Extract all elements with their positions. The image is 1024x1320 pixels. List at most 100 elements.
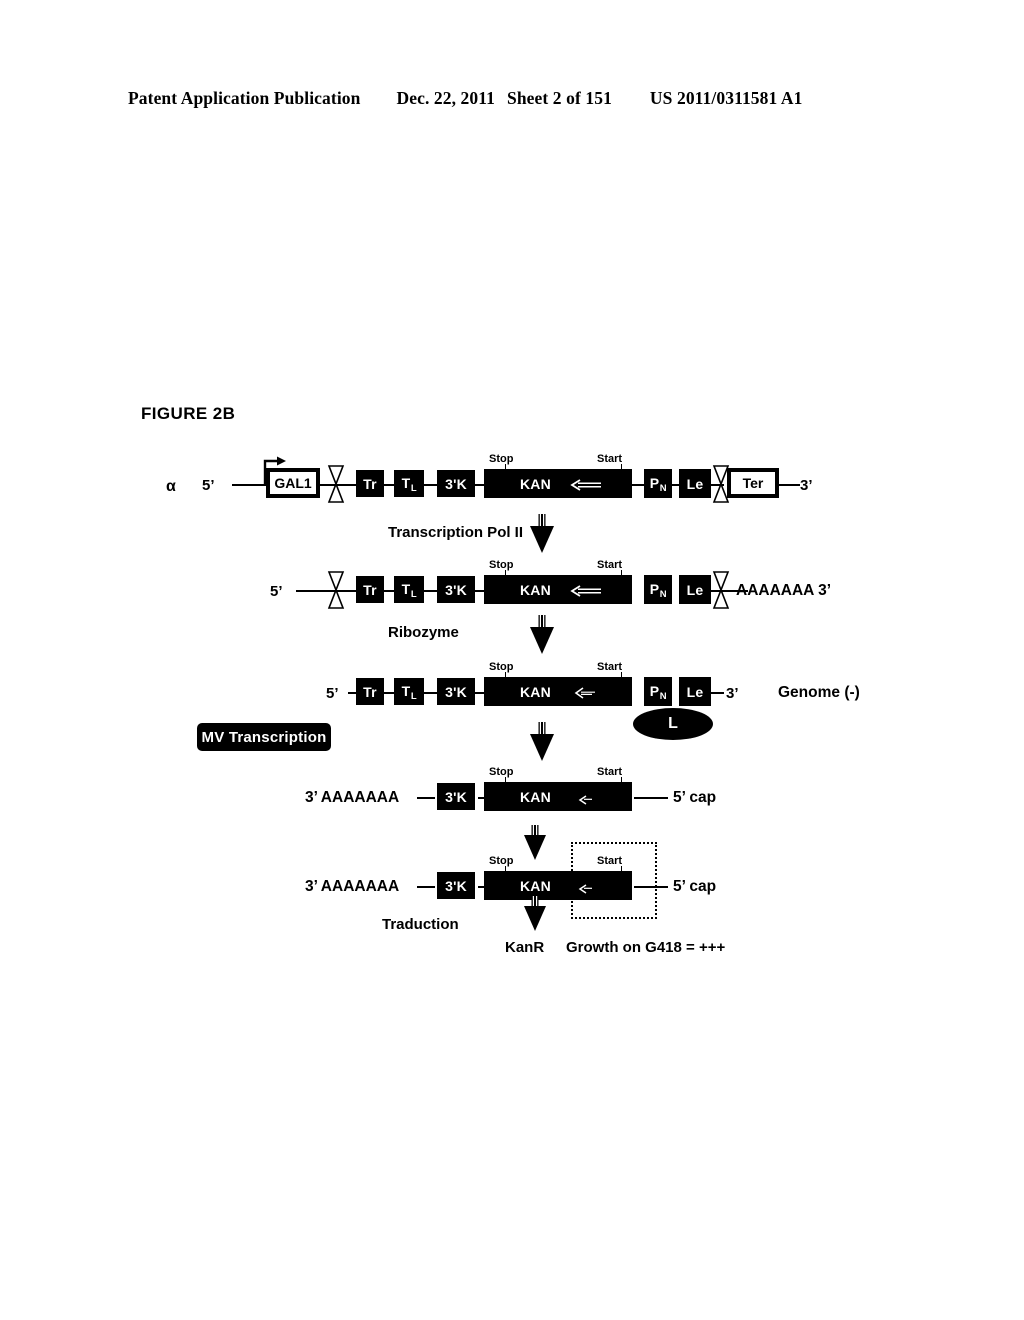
alpha-label: α (166, 478, 176, 495)
row4-three-prime-k-box: 3'K (437, 783, 475, 810)
step-arrow-2-icon (528, 615, 556, 660)
row4-five-cap-label: 5’ cap (673, 789, 717, 806)
row5-three-prime-k-label: 3'K (445, 877, 467, 894)
row2-kan-label: KAN (520, 581, 551, 598)
row2-start-caption: Start (597, 559, 623, 571)
row4-start-caption: Start (597, 766, 623, 778)
row1-five-prime-label: 5’ (202, 477, 215, 494)
gal1-box: GAL1 (266, 468, 320, 498)
row4-kan-label: KAN (520, 788, 551, 805)
tl-label: TL (401, 475, 417, 495)
row3-tr-box: Tr (356, 678, 384, 705)
row2-three-prime-k-label: 3'K (445, 581, 467, 598)
row3-le-label: Le (686, 683, 704, 700)
row5-three-prime-k-box: 3'K (437, 872, 475, 899)
step-traduction-label: Traduction (382, 916, 459, 933)
mv-transcription-label: MV Transcription (201, 728, 327, 746)
row4-backbone-a (417, 797, 435, 799)
row3-tl-label: TL (401, 683, 417, 703)
step-arrow-4-icon (521, 825, 549, 866)
start-region-highlight-box (571, 842, 657, 919)
row2-tl-box: TL (394, 576, 424, 603)
row1-stop-caption: Stop (489, 453, 514, 465)
figure-2b-diagram: α 5’ GAL1 Tr TL 3'K KAN Stop Start PN Le… (0, 0, 1024, 1320)
row4-backbone-c (634, 797, 668, 799)
row4-kan-box: KAN (484, 782, 632, 811)
step-arrow-5-icon (521, 896, 549, 937)
row4-orf-direction-arrow-icon (578, 792, 598, 810)
pn-label: PN (649, 475, 667, 495)
le-label: Le (686, 475, 704, 492)
row2-le-box: Le (679, 575, 711, 604)
row3-stop-tick (505, 672, 507, 678)
mv-transcription-pill: MV Transcription (197, 723, 331, 751)
row5-five-cap-label: 5’ cap (673, 878, 717, 895)
row3-five-prime-label: 5’ (326, 685, 339, 702)
row4-start-tick (621, 777, 623, 783)
row5-stop-tick (505, 866, 507, 872)
ter-box: Ter (727, 468, 779, 498)
row3-start-tick (621, 672, 623, 678)
tr-label: Tr (363, 475, 377, 492)
step-transcription-pol2-label: Transcription Pol II (388, 524, 524, 541)
row2-polyA-label: AAAAAAA 3’ (736, 582, 832, 599)
row2-start-tick (621, 570, 623, 576)
kan-box: KAN (484, 469, 632, 498)
row2-stop-tick (505, 570, 507, 576)
row-mrna-transcript: 3’ AAAAAAA 3'K KAN Stop Start 5’ cap (0, 767, 1024, 821)
row2-five-prime-label: 5’ (270, 583, 283, 600)
step-arrow-3-icon (528, 722, 556, 767)
row2-three-prime-k-box: 3'K (437, 576, 475, 603)
row2-ribozyme-bowtie-icon (325, 571, 347, 614)
row3-stop-caption: Stop (489, 661, 514, 673)
row2-kan-box: KAN (484, 575, 632, 604)
tr-box: Tr (356, 470, 384, 497)
row5-polyA-label: 3’ AAAAAAA (305, 878, 400, 895)
row2-orf-direction-arrow-icon (570, 584, 604, 602)
row3-orf-direction-arrow-icon (574, 686, 602, 704)
row5-backbone-a (417, 886, 435, 888)
gal1-label: GAL1 (269, 471, 317, 495)
l-polymerase-label: L (668, 715, 678, 732)
row1-start-caption: Start (597, 453, 623, 465)
row1-three-prime-label: 3’ (800, 477, 813, 494)
l-polymerase-ellipse: L (633, 708, 713, 740)
tl-box: TL (394, 470, 424, 497)
genome-minus-annotation: Genome (-) (778, 684, 860, 701)
growth-g418-label: Growth on G418 = +++ (566, 939, 726, 956)
three-prime-k-label: 3'K (445, 475, 467, 492)
le-box: Le (679, 469, 711, 498)
step-ribozyme-label: Ribozyme (388, 624, 459, 641)
row3-le-box: Le (679, 677, 711, 706)
row-pol2-transcript: 5’ Tr TL 3'K KAN Stop Start PN Le AAAAAA… (0, 560, 1024, 614)
pn-box: PN (644, 469, 672, 498)
row4-polyA-label: 3’ AAAAAAA (305, 789, 400, 806)
row2-tl-label: TL (401, 581, 417, 601)
row-dna-construct: α 5’ GAL1 Tr TL 3'K KAN Stop Start PN Le… (0, 454, 1024, 508)
three-prime-k-box: 3'K (437, 470, 475, 497)
kanr-label: KanR (505, 939, 545, 956)
row3-kan-label: KAN (520, 683, 551, 700)
row4-stop-caption: Stop (489, 766, 514, 778)
row3-three-prime-k-label: 3'K (445, 683, 467, 700)
row4-stop-tick (505, 777, 507, 783)
step-arrow-1-icon (528, 514, 556, 559)
row3-pn-label: PN (649, 683, 667, 703)
ribozyme-bowtie-icon (325, 465, 347, 508)
kan-label: KAN (520, 475, 551, 492)
row3-start-caption: Start (597, 661, 623, 673)
row3-kan-box: KAN (484, 677, 632, 706)
row3-tr-label: Tr (363, 683, 377, 700)
row2-le-label: Le (686, 581, 704, 598)
row1-stop-tick (505, 464, 507, 470)
row2-tr-label: Tr (363, 581, 377, 598)
row1-start-tick (621, 464, 623, 470)
row3-three-prime-k-box: 3'K (437, 678, 475, 705)
row5-stop-caption: Stop (489, 855, 514, 867)
row2-pn-label: PN (649, 581, 667, 601)
row-mrna-transcript-translated: 3’ AAAAAAA 3'K KAN Stop Start 5’ cap (0, 856, 1024, 910)
row2-ribozyme-bowtie-icon-2 (710, 571, 732, 614)
row3-tl-box: TL (394, 678, 424, 705)
ter-label: Ter (730, 471, 776, 495)
row5-kan-label: KAN (520, 877, 551, 894)
